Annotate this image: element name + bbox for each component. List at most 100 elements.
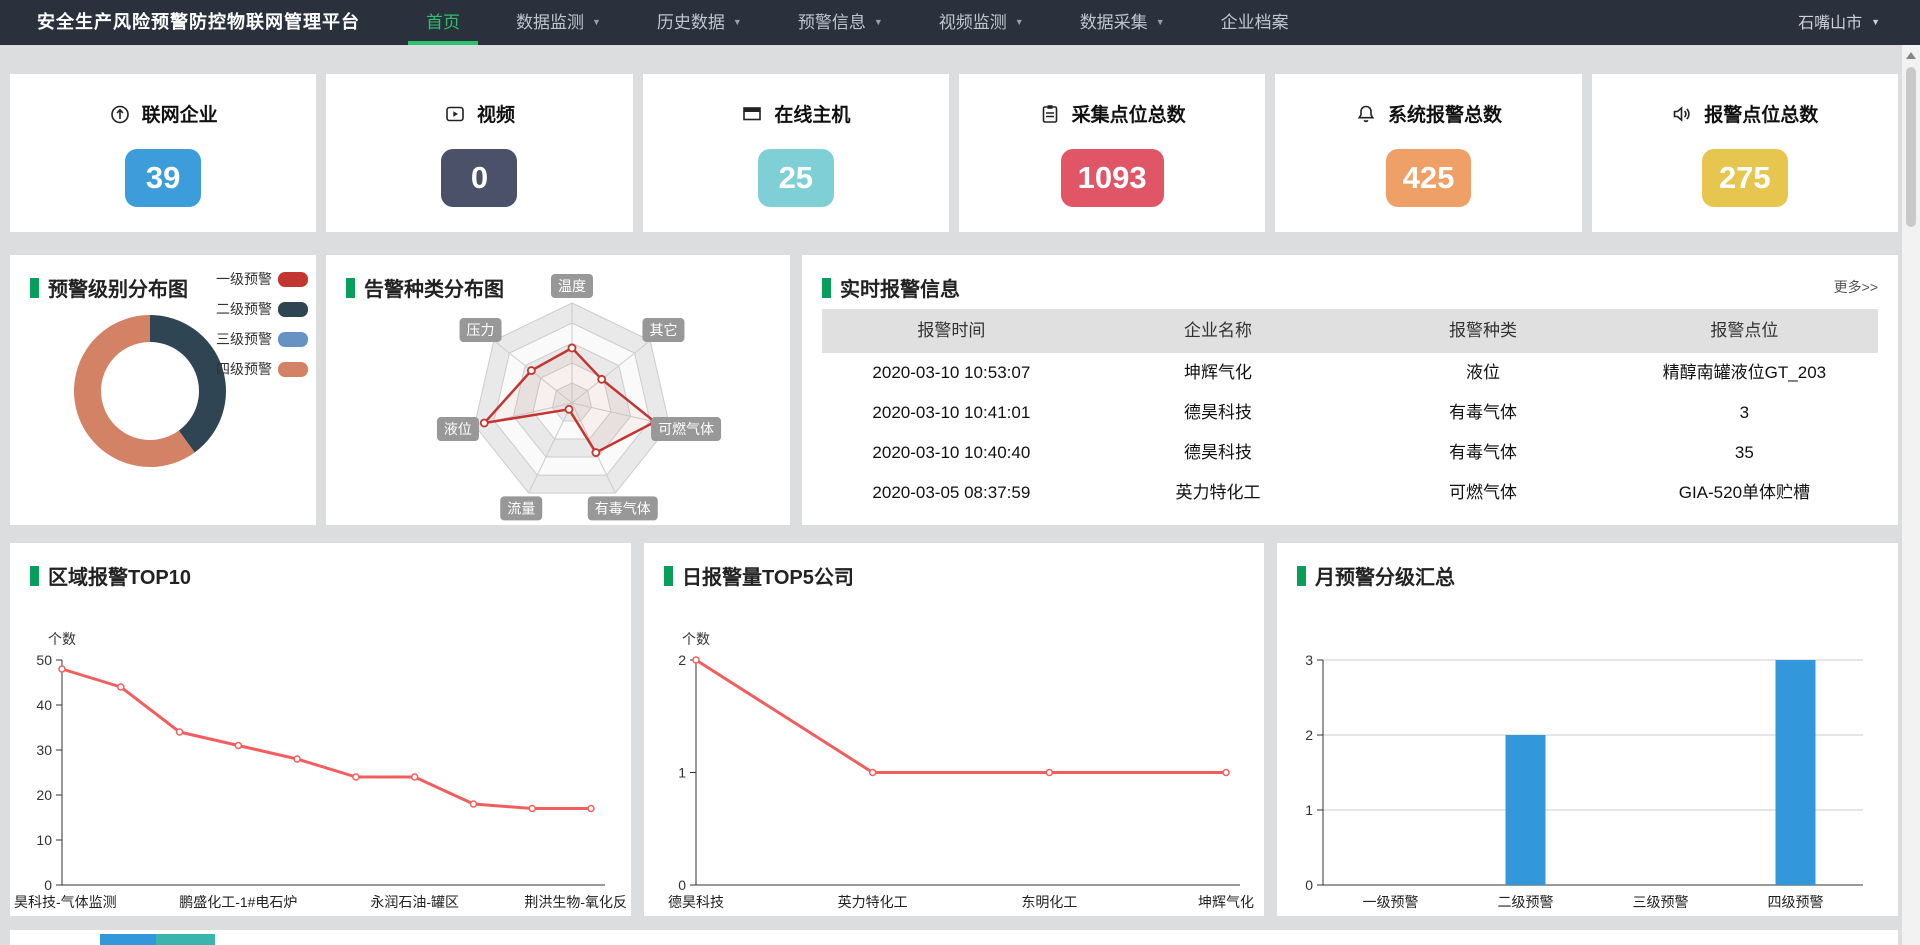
panel-head: 预警级别分布图 [30, 273, 188, 302]
nav-item-label: 历史数据 [657, 13, 725, 32]
stat-label: 采集点位总数 [1072, 100, 1186, 127]
svg-text:荆洪生物-氧化反: 荆洪生物-氧化反 [524, 894, 627, 910]
stat-value-badge: 25 [758, 149, 834, 207]
svg-text:20: 20 [36, 787, 52, 803]
stat-value-badge: 1093 [1061, 149, 1164, 207]
scroll-thumb[interactable] [1906, 67, 1916, 227]
green-marker [664, 566, 673, 586]
panel-head: 告警种类分布图 [346, 273, 504, 302]
stat-value-badge: 0 [441, 149, 517, 207]
cell-enterprise: 德昊科技 [1081, 433, 1356, 473]
nav-item-alert-info[interactable]: 预警信息▼ [770, 0, 911, 45]
nav-item-data-collect[interactable]: 数据采集 ▼ [1052, 0, 1193, 45]
cell-alarm-time: 2020-03-05 08:37:59 [822, 473, 1081, 513]
stat-label: 报警点位总数 [1704, 100, 1818, 127]
green-marker [822, 278, 831, 298]
svg-text:1: 1 [1305, 802, 1313, 818]
svg-text:昊科技-气体监测: 昊科技-气体监测 [14, 894, 117, 910]
svg-text:2: 2 [1305, 727, 1313, 743]
panel-head: 月预警分级汇总 [1297, 561, 1455, 590]
svg-text:3: 3 [1305, 652, 1313, 668]
panel-title: 实时报警信息 [840, 273, 960, 302]
monitor-icon [741, 103, 763, 125]
more-link[interactable]: 更多>> [1834, 277, 1878, 297]
panel-alarm-type-radar: 告警种类分布图 温度其它可燃气体有毒气体流量液位压力 [326, 255, 790, 525]
stat-label: 系统报警总数 [1388, 100, 1502, 127]
region-selector[interactable]: 石嘴山市▼ [1798, 0, 1880, 46]
legend-swatch [278, 272, 308, 287]
chevron-down-icon: ▼ [1156, 0, 1165, 45]
panel-title: 告警种类分布图 [364, 273, 504, 302]
svg-text:1: 1 [678, 765, 686, 781]
panel-title: 区域报警TOP10 [48, 561, 191, 590]
row-bottom: 区域报警TOP10 01020304050个数昊科技-气体监测鹏盛化工-1#电石… [10, 543, 1898, 916]
panel-monthly-summary: 月预警分级汇总 0123一级预警二级预警三级预警四级预警 [1277, 543, 1898, 916]
green-marker [346, 278, 355, 298]
nav-item-label: 视频监测 [939, 13, 1007, 32]
svg-text:0: 0 [678, 877, 686, 893]
next-row-peek [10, 930, 1898, 945]
header-cell: 报警点位 [1611, 309, 1878, 353]
stat-label: 视频 [477, 100, 515, 127]
table-row: 2020-03-05 08:37:59 英力特化工 可燃气体 GIA-520单体… [822, 473, 1878, 513]
scroll-up-arrow[interactable] [1906, 52, 1916, 59]
bell-icon [1355, 103, 1377, 125]
svg-text:0: 0 [44, 877, 52, 893]
cell-alarm-type: 液位 [1355, 353, 1611, 393]
legend-label: 三级预警 [216, 329, 272, 349]
scrollbar[interactable] [1902, 45, 1920, 945]
video-icon [444, 103, 466, 125]
alarms-table: 报警时间 企业名称 报警种类 报警点位 2020-03-10 10:53:07 … [822, 309, 1878, 513]
stat-card-collect-points: 采集点位总数 1093 [959, 74, 1265, 232]
cell-alarm-point: GIA-520单体贮槽 [1611, 473, 1878, 513]
nav-item-label: 企业档案 [1221, 13, 1289, 32]
nav-item-history-data[interactable]: 历史数据 ▼ [629, 0, 770, 45]
cell-alarm-point: 3 [1611, 393, 1878, 433]
chevron-down-icon: ▼ [733, 0, 742, 45]
table-row: 2020-03-10 10:40:40 德昊科技 有毒气体 35 [822, 433, 1878, 473]
nav-item-data-monitor[interactable]: 数据监测▼ [488, 0, 629, 45]
svg-text:英力特化工: 英力特化工 [838, 894, 908, 910]
table-row: 2020-03-10 10:53:07 坤辉气化 液位 精醇南罐液位GT_203 [822, 353, 1878, 393]
svg-text:四级预警: 四级预警 [1768, 894, 1824, 910]
svg-text:50: 50 [36, 652, 52, 668]
panel-realtime-alarms: 实时报警信息 更多>> 报警时间 企业名称 报警种类 报警点位 2020-03-… [802, 255, 1898, 525]
cell-alarm-point: 35 [1611, 433, 1878, 473]
legend-item[interactable]: 四级预警 [216, 359, 308, 379]
legend-swatch [278, 332, 308, 347]
svg-text:个数: 个数 [682, 631, 710, 647]
panel-daily-top5: 日报警量TOP5公司 012个数德昊科技英力特化工东明化工坤辉气化 [644, 543, 1264, 916]
nav-item-label: 预警信息 [798, 13, 866, 32]
stat-value-badge: 425 [1386, 149, 1472, 207]
svg-text:30: 30 [36, 742, 52, 758]
row-middle: 预警级别分布图 一级预警 二级预警 三级预警 四级预警 告警种 [10, 255, 1898, 525]
legend-label: 四级预警 [216, 359, 272, 379]
nav-item-label: 数据采集 [1080, 13, 1148, 32]
legend-item[interactable]: 一级预警 [216, 269, 308, 289]
panel-alert-level-pie: 预警级别分布图 一级预警 二级预警 三级预警 四级预警 [10, 255, 316, 525]
svg-text:三级预警: 三级预警 [1633, 894, 1689, 910]
svg-text:德昊科技: 德昊科技 [668, 894, 724, 910]
nav-item-label: 数据监测 [516, 13, 584, 32]
green-marker [30, 566, 39, 586]
clipboard-icon [1039, 103, 1061, 125]
nav-item-video-monitor[interactable]: 视频监测▼ [911, 0, 1052, 45]
panel-head: 区域报警TOP10 [30, 561, 191, 590]
stat-card-system-alarms: 系统报警总数 425 [1275, 74, 1581, 232]
svg-text:可燃气体: 可燃气体 [658, 421, 714, 437]
legend-label: 二级预警 [216, 299, 272, 319]
chevron-down-icon: ▼ [1871, 0, 1880, 45]
nav-item-enterprise-archive[interactable]: 企业档案 [1193, 0, 1317, 45]
legend-item[interactable]: 二级预警 [216, 299, 308, 319]
stats-row: 联网企业 39 视频 0 在线主机 25 采集点位总数 1093 [10, 74, 1898, 232]
svg-text:10: 10 [36, 832, 52, 848]
legend-item[interactable]: 三级预警 [216, 329, 308, 349]
nav-item-label: 首页 [426, 13, 460, 32]
stat-value-badge: 39 [125, 149, 201, 207]
nav-item-home[interactable]: 首页 [398, 0, 488, 45]
legend-label: 一级预警 [216, 269, 272, 289]
panel-title: 预警级别分布图 [48, 273, 188, 302]
panel-head: 实时报警信息 [822, 273, 960, 302]
svg-text:0: 0 [1305, 877, 1313, 893]
bar-chart-monthly: 0123一级预警二级预警三级预警四级预警 [1277, 543, 1898, 916]
